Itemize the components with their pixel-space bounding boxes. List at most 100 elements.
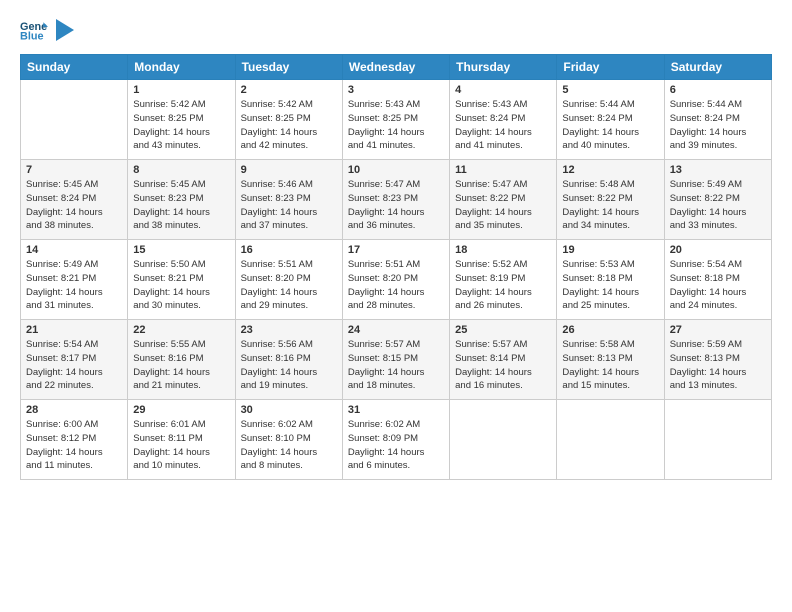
day-number: 30 xyxy=(241,404,337,416)
day-number: 15 xyxy=(133,244,229,256)
day-info: Sunrise: 5:51 AMSunset: 8:20 PMDaylight:… xyxy=(348,258,444,313)
header: General Blue xyxy=(20,16,772,44)
daylight-text: Daylight: 14 hoursand 36 minutes. xyxy=(348,206,444,234)
day-info: Sunrise: 5:57 AMSunset: 8:14 PMDaylight:… xyxy=(455,338,551,393)
day-number: 16 xyxy=(241,244,337,256)
sunset-text: Sunset: 8:22 PM xyxy=(455,192,551,206)
daylight-text: Daylight: 14 hoursand 21 minutes. xyxy=(133,366,229,394)
sunrise-text: Sunrise: 5:57 AM xyxy=(348,338,444,352)
calendar-cell: 8Sunrise: 5:45 AMSunset: 8:23 PMDaylight… xyxy=(128,160,235,240)
sunset-text: Sunset: 8:09 PM xyxy=(348,432,444,446)
calendar-cell: 27Sunrise: 5:59 AMSunset: 8:13 PMDayligh… xyxy=(664,320,771,400)
day-number: 28 xyxy=(26,404,122,416)
day-number: 13 xyxy=(670,164,766,176)
calendar-cell: 26Sunrise: 5:58 AMSunset: 8:13 PMDayligh… xyxy=(557,320,664,400)
day-number: 2 xyxy=(241,84,337,96)
sunrise-text: Sunrise: 5:43 AM xyxy=(455,98,551,112)
calendar-cell: 30 Sunrise: 6:02 AMSunset: 8:10 PMDayligh… xyxy=(235,400,342,480)
day-info: Sunrise: 5:43 AMSunset: 8:24 PMDaylight:… xyxy=(455,98,551,153)
day-info: Sunrise: 5:59 AMSunset: 8:13 PMDaylight:… xyxy=(670,338,766,393)
calendar-cell: 9Sunrise: 5:46 AMSunset: 8:23 PMDaylight… xyxy=(235,160,342,240)
sunrise-text: Sunrise: 5:45 AM xyxy=(26,178,122,192)
calendar-week-row: 14Sunrise: 5:49 AMSunset: 8:21 PMDayligh… xyxy=(21,240,772,320)
day-info: Sunrise: 6:00 AMSunset: 8:12 PMDaylight:… xyxy=(26,418,122,473)
logo-icon: General Blue xyxy=(20,16,48,44)
daylight-text: Daylight: 14 hoursand 29 minutes. xyxy=(241,286,337,314)
daylight-text: Daylight: 14 hoursand 8 minutes. xyxy=(241,446,337,474)
header-monday: Monday xyxy=(128,55,235,80)
sunrise-text: Sunrise: 5:53 AM xyxy=(562,258,658,272)
day-info: Sunrise: 5:54 AMSunset: 8:17 PMDaylight:… xyxy=(26,338,122,393)
sunset-text: Sunset: 8:22 PM xyxy=(670,192,766,206)
sunset-text: Sunset: 8:23 PM xyxy=(241,192,337,206)
calendar-week-row: 28 Sunrise: 6:00 AMSunset: 8:12 PMDayligh… xyxy=(21,400,772,480)
sunrise-text: Sunrise: 5:44 AM xyxy=(562,98,658,112)
sunrise-text: Sunrise: 5:48 AM xyxy=(562,178,658,192)
day-number: 24 xyxy=(348,324,444,336)
day-info: Sunrise: 5:49 AMSunset: 8:21 PMDaylight:… xyxy=(26,258,122,313)
day-number: 29 xyxy=(133,404,229,416)
day-info: Sunrise: 5:53 AMSunset: 8:18 PMDaylight:… xyxy=(562,258,658,313)
calendar-cell: 15Sunrise: 5:50 AMSunset: 8:21 PMDayligh… xyxy=(128,240,235,320)
sunrise-text: Sunrise: 5:52 AM xyxy=(455,258,551,272)
sunset-text: Sunset: 8:23 PM xyxy=(348,192,444,206)
day-number: 19 xyxy=(562,244,658,256)
daylight-text: Daylight: 14 hoursand 24 minutes. xyxy=(670,286,766,314)
day-number: 17 xyxy=(348,244,444,256)
day-info: Sunrise: 5:44 AMSunset: 8:24 PMDaylight:… xyxy=(670,98,766,153)
daylight-text: Daylight: 14 hoursand 31 minutes. xyxy=(26,286,122,314)
daylight-text: Daylight: 14 hoursand 38 minutes. xyxy=(26,206,122,234)
day-number: 18 xyxy=(455,244,551,256)
day-info: Sunrise: 5:54 AMSunset: 8:18 PMDaylight:… xyxy=(670,258,766,313)
sunset-text: Sunset: 8:16 PM xyxy=(241,352,337,366)
sunrise-text: Sunrise: 5:57 AM xyxy=(455,338,551,352)
header-wednesday: Wednesday xyxy=(342,55,449,80)
daylight-text: Daylight: 14 hoursand 41 minutes. xyxy=(455,126,551,154)
sunset-text: Sunset: 8:15 PM xyxy=(348,352,444,366)
sunset-text: Sunset: 8:25 PM xyxy=(241,112,337,126)
sunset-text: Sunset: 8:11 PM xyxy=(133,432,229,446)
sunset-text: Sunset: 8:19 PM xyxy=(455,272,551,286)
day-info: Sunrise: 5:46 AMSunset: 8:23 PMDaylight:… xyxy=(241,178,337,233)
header-friday: Friday xyxy=(557,55,664,80)
sunrise-text: Sunrise: 5:49 AM xyxy=(26,258,122,272)
sunset-text: Sunset: 8:12 PM xyxy=(26,432,122,446)
calendar-week-row: 7Sunrise: 5:45 AMSunset: 8:24 PMDaylight… xyxy=(21,160,772,240)
daylight-text: Daylight: 14 hoursand 33 minutes. xyxy=(670,206,766,234)
day-info: Sunrise: 5:58 AMSunset: 8:13 PMDaylight:… xyxy=(562,338,658,393)
daylight-text: Daylight: 14 hoursand 6 minutes. xyxy=(348,446,444,474)
header-tuesday: Tuesday xyxy=(235,55,342,80)
daylight-text: Daylight: 14 hoursand 22 minutes. xyxy=(26,366,122,394)
calendar-cell: 3Sunrise: 5:43 AMSunset: 8:25 PMDaylight… xyxy=(342,80,449,160)
daylight-text: Daylight: 14 hoursand 30 minutes. xyxy=(133,286,229,314)
sunrise-text: Sunrise: 5:49 AM xyxy=(670,178,766,192)
day-number: 6 xyxy=(670,84,766,96)
day-info: Sunrise: 6:02 AMSunset: 8:09 PMDaylight:… xyxy=(348,418,444,473)
day-info: Sunrise: 5:52 AMSunset: 8:19 PMDaylight:… xyxy=(455,258,551,313)
sunset-text: Sunset: 8:20 PM xyxy=(348,272,444,286)
calendar-cell: 2 Sunrise: 5:42 AMSunset: 8:25 PMDaylight… xyxy=(235,80,342,160)
daylight-text: Daylight: 14 hoursand 42 minutes. xyxy=(241,126,337,154)
daylight-text: Daylight: 14 hoursand 10 minutes. xyxy=(133,446,229,474)
calendar-cell: 28 Sunrise: 6:00 AMSunset: 8:12 PMDayligh… xyxy=(21,400,128,480)
calendar-cell xyxy=(450,400,557,480)
day-number: 12 xyxy=(562,164,658,176)
day-info: Sunrise: 6:02 AMSunset: 8:10 PMDaylight:… xyxy=(241,418,337,473)
sunset-text: Sunset: 8:22 PM xyxy=(562,192,658,206)
sunrise-text: Sunrise: 5:58 AM xyxy=(562,338,658,352)
daylight-text: Daylight: 14 hoursand 28 minutes. xyxy=(348,286,444,314)
sunset-text: Sunset: 8:24 PM xyxy=(670,112,766,126)
sunrise-text: Sunrise: 5:47 AM xyxy=(348,178,444,192)
calendar-cell: 23Sunrise: 5:56 AMSunset: 8:16 PMDayligh… xyxy=(235,320,342,400)
calendar-cell: 14Sunrise: 5:49 AMSunset: 8:21 PMDayligh… xyxy=(21,240,128,320)
daylight-text: Daylight: 14 hoursand 26 minutes. xyxy=(455,286,551,314)
daylight-text: Daylight: 14 hoursand 11 minutes. xyxy=(26,446,122,474)
daylight-text: Daylight: 14 hoursand 18 minutes. xyxy=(348,366,444,394)
day-number: 20 xyxy=(670,244,766,256)
sunrise-text: Sunrise: 5:42 AM xyxy=(241,98,337,112)
sunset-text: Sunset: 8:13 PM xyxy=(670,352,766,366)
daylight-text: Daylight: 14 hoursand 25 minutes. xyxy=(562,286,658,314)
calendar-cell: 18 Sunrise: 5:52 AMSunset: 8:19 PMDayligh… xyxy=(450,240,557,320)
calendar-cell: 20 Sunrise: 5:54 AMSunset: 8:18 PMDayligh… xyxy=(664,240,771,320)
daylight-text: Daylight: 14 hoursand 38 minutes. xyxy=(133,206,229,234)
